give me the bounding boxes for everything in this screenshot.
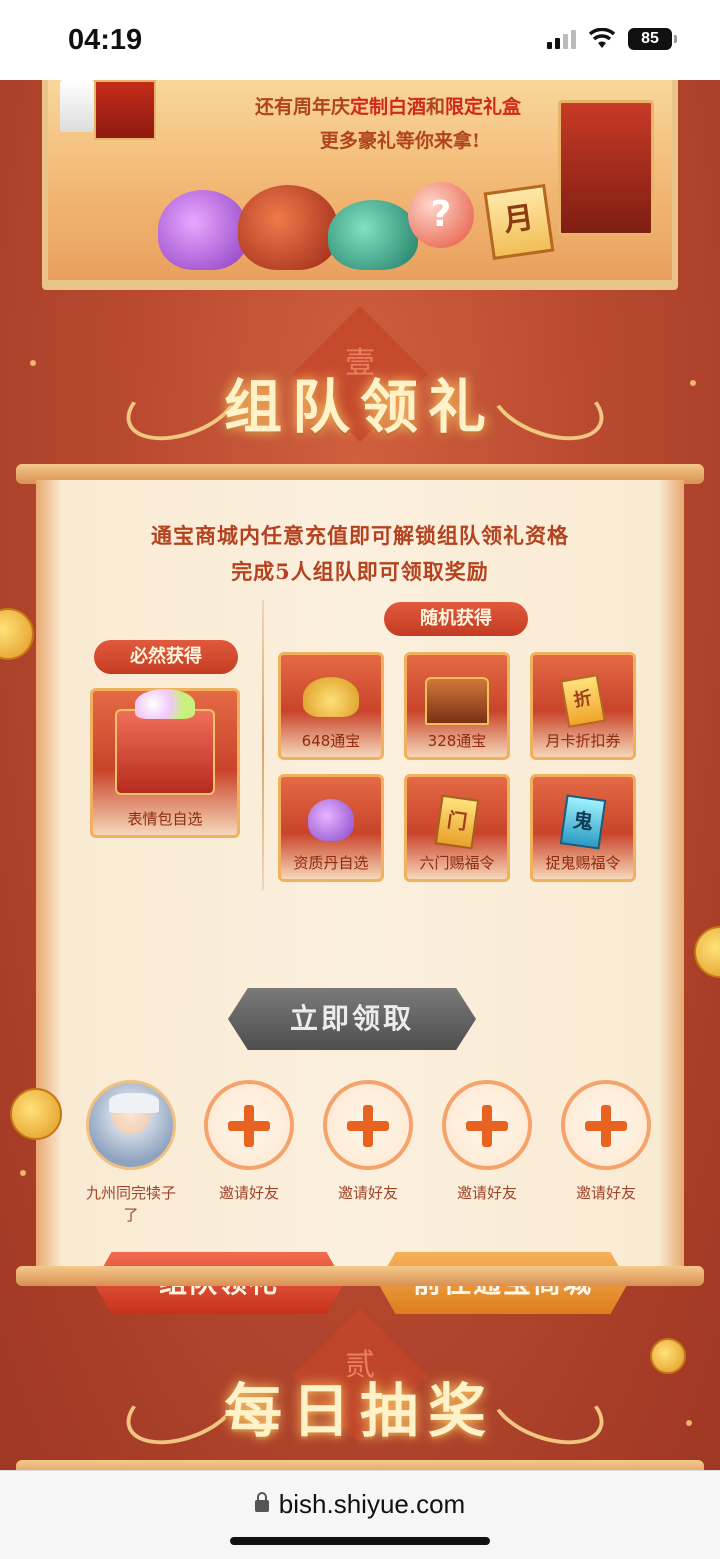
battery-icon: 85 — [628, 28, 677, 50]
blue-token-icon: 鬼 — [559, 794, 607, 850]
invite-label: 邀请好友 — [575, 1184, 636, 1202]
intro-line-1: 通宝商城内任意充值即可解锁组队领礼资格 — [151, 523, 569, 548]
page-content: 还有周年庆定制白酒和限定礼盒 更多豪礼等你来拿! ? 月 壹 组队领礼 通宝商城… — [0, 80, 720, 1470]
discount-ticket-icon: 折 — [560, 674, 606, 728]
invite-slot[interactable]: 邀请好友 — [313, 1080, 423, 1204]
invite-label: 邀请好友 — [337, 1184, 398, 1202]
banner-highlight-liquor: 定制白酒 — [349, 96, 426, 118]
limited-gift-box-icon — [558, 100, 654, 236]
invite-slot[interactable]: 邀请好友 — [194, 1080, 304, 1204]
purple-bag-icon — [158, 190, 248, 270]
url-text: bish.shiyue.com — [278, 1489, 466, 1519]
red-bag-icon — [238, 185, 338, 270]
banner-line-1-prefix: 还有周年庆 — [254, 96, 350, 118]
url-field[interactable]: bish.shiyue.com — [0, 1489, 720, 1520]
status-time: 04:19 — [68, 24, 143, 56]
invite-label: 邀请好友 — [456, 1184, 517, 1202]
random-label: 随机获得 — [384, 602, 528, 636]
banner-scroll-edge — [42, 280, 678, 290]
team-members: 九州同完犊子了 邀请好友 邀请好友 邀请好友 邀请好友 — [76, 1080, 656, 1230]
random-reward-label: 648通宝 — [301, 732, 361, 750]
reward-divider — [262, 600, 264, 890]
random-reward-label: 328通宝 — [427, 732, 487, 750]
jade-bag-icon — [328, 200, 418, 270]
coin-icon — [694, 926, 720, 978]
anniversary-banner: 还有周年庆定制白酒和限定礼盒 更多豪礼等你来拿! ? 月 — [42, 80, 678, 285]
chest-icon — [425, 677, 489, 725]
coins-icon — [303, 677, 359, 717]
panel-top-roll — [16, 1460, 704, 1470]
guaranteed-label: 必然获得 — [94, 640, 238, 674]
invite-plus-icon[interactable] — [323, 1080, 413, 1170]
sparkle-icon — [686, 1420, 692, 1426]
invite-plus-icon[interactable] — [561, 1080, 651, 1170]
status-icons: 85 — [547, 28, 677, 50]
cellular-signal-icon — [547, 29, 576, 49]
banner-highlight-giftbox: 限定礼盒 — [445, 96, 522, 118]
browser-url-bar[interactable]: bish.shiyue.com — [0, 1470, 720, 1559]
random-reward-card[interactable]: 328通宝 — [404, 652, 510, 760]
section-title-team-gift: 组队领礼 — [223, 373, 496, 441]
team-member-self: 九州同完犊子了 — [76, 1080, 186, 1226]
guaranteed-reward-card[interactable]: 表情包自选 — [90, 688, 240, 838]
random-reward-card[interactable]: 资质丹自选 — [278, 774, 384, 882]
section-title-daily-lottery: 每日抽奖 — [223, 1377, 496, 1445]
random-reward-card[interactable]: 门 六门赐福令 — [404, 774, 510, 882]
banner-line-1-mid: 和 — [426, 96, 446, 118]
gold-token-icon: 门 — [434, 794, 480, 850]
invite-plus-icon[interactable] — [442, 1080, 532, 1170]
intro-line-2: 完成5人组队即可领取奖励 — [231, 559, 489, 584]
sparkle-icon — [20, 1170, 26, 1176]
random-reward-label: 六门赐福令 — [419, 854, 495, 872]
invite-slot[interactable]: 邀请好友 — [432, 1080, 542, 1204]
panel-bottom-roll — [16, 1266, 704, 1286]
random-reward-label: 月卡折扣券 — [545, 732, 621, 750]
mystery-orb-icon: ? — [408, 182, 474, 248]
avatar — [86, 1080, 176, 1170]
sparkle-icon — [690, 380, 696, 386]
invite-label: 邀请好友 — [218, 1184, 279, 1202]
treasure-pile: ? 月 — [158, 180, 578, 270]
coin-icon — [0, 608, 34, 660]
sparkle-icon — [30, 360, 36, 366]
invite-plus-icon[interactable] — [204, 1080, 294, 1170]
member-name: 九州同完犊子了 — [86, 1184, 177, 1224]
invite-slot[interactable]: 邀请好友 — [551, 1080, 661, 1204]
coin-icon — [10, 1088, 62, 1140]
random-reward-label: 资质丹自选 — [293, 854, 369, 872]
coin-icon — [650, 1338, 686, 1374]
emoji-pack-gift-icon — [115, 689, 215, 795]
guaranteed-reward-label: 表情包自选 — [127, 810, 203, 828]
random-reward-label: 捉鬼赐福令 — [545, 854, 621, 872]
random-reward-card[interactable]: 648通宝 — [278, 652, 384, 760]
wifi-icon — [588, 28, 616, 48]
status-bar: 04:19 85 — [0, 0, 720, 80]
lock-icon — [254, 1492, 269, 1512]
claim-now-button[interactable]: 立即领取 — [228, 988, 476, 1050]
team-gift-panel: 通宝商城内任意充值即可解锁组队领礼资格 完成5人组队即可领取奖励 必然获得 表情… — [36, 480, 684, 1314]
month-card-icon: 月 — [483, 184, 555, 260]
random-reward-card[interactable]: 折 月卡折扣券 — [530, 652, 636, 760]
random-reward-card[interactable]: 鬼 捉鬼赐福令 — [530, 774, 636, 882]
pouch-icon — [308, 799, 354, 841]
home-indicator[interactable] — [230, 1537, 490, 1545]
